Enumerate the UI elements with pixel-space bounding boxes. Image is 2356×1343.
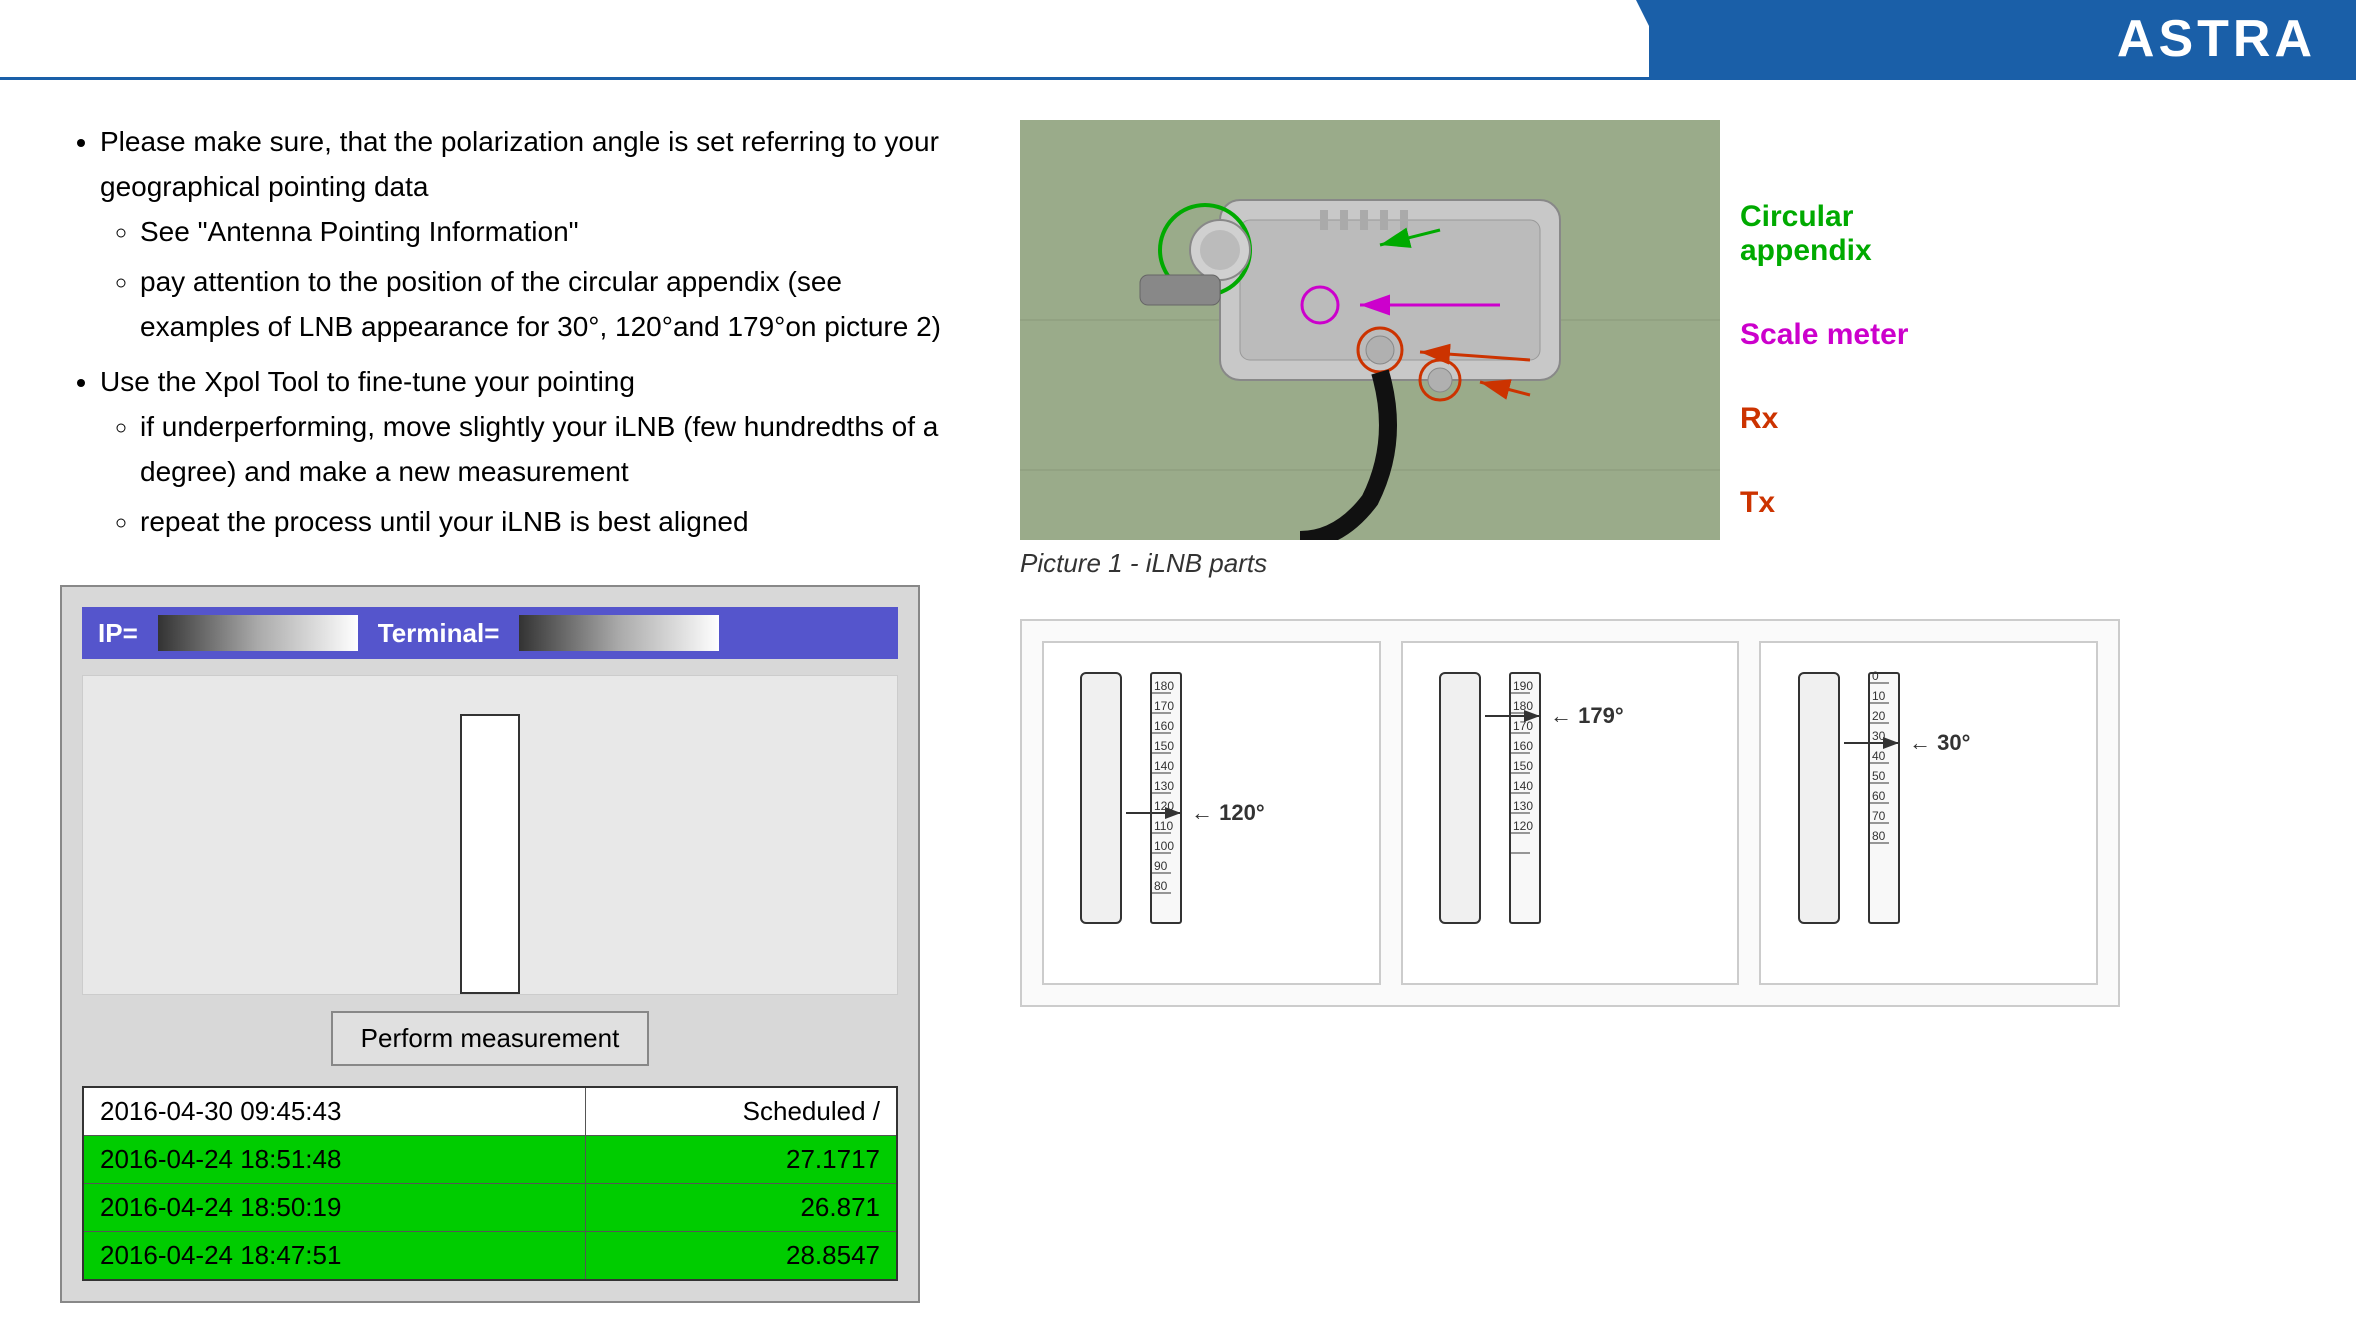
svg-text:← 179°: ← 179°	[1550, 703, 1624, 728]
svg-text:150: 150	[1154, 739, 1174, 753]
ip-terminal-bar: IP= Terminal=	[82, 607, 898, 659]
ip-label: IP=	[98, 618, 138, 649]
picture-caption: Picture 1 - iLNB parts	[1020, 548, 2296, 579]
header: ASTRA	[0, 0, 2356, 80]
svg-text:50: 50	[1872, 769, 1886, 783]
result-value-3: 28.8547	[585, 1232, 897, 1281]
result-timestamp-1: 2016-04-24 18:51:48	[83, 1136, 585, 1184]
label-scale-meter: Scale meter	[1740, 318, 1908, 352]
lnb-example-30: 0 10 20 30 40 50 60 70 80	[1759, 641, 2098, 985]
scale-diagram-30: 0 10 20 30 40 50 60 70 80	[1789, 653, 2069, 973]
terminal-input[interactable]	[519, 615, 719, 651]
svg-text:180: 180	[1154, 679, 1174, 693]
result-row-2: 2016-04-24 18:50:1926.871	[83, 1184, 897, 1232]
svg-text:20: 20	[1872, 709, 1886, 723]
svg-text:40: 40	[1872, 749, 1886, 763]
scale-diagram-179: 190 180 170 160 150 140 130 120	[1430, 653, 1710, 973]
header-brand-area: ASTRA	[1676, 0, 2356, 77]
instruction-bullet-2: Use the Xpol Tool to fine-tune your poin…	[100, 360, 960, 545]
result-row-0: 2016-04-30 09:45:43Scheduled /	[83, 1087, 897, 1136]
svg-text:100: 100	[1154, 839, 1174, 853]
result-row-1: 2016-04-24 18:51:4827.1717	[83, 1136, 897, 1184]
ilnb-image	[1020, 120, 1720, 540]
instruction-sub-1a: See "Antenna Pointing Information"	[140, 210, 960, 255]
terminal-label: Terminal=	[378, 618, 500, 649]
ip-input[interactable]	[158, 615, 358, 651]
results-table: 2016-04-30 09:45:43Scheduled /2016-04-24…	[82, 1086, 898, 1281]
label-rx: Rx	[1740, 402, 1908, 436]
svg-text:30: 30	[1872, 729, 1886, 743]
button-area: Perform measurement	[82, 1011, 898, 1066]
perform-measurement-button[interactable]: Perform measurement	[331, 1011, 650, 1066]
result-value-2: 26.871	[585, 1184, 897, 1232]
svg-text:160: 160	[1513, 739, 1533, 753]
instruction-bullet-1: Please make sure, that the polarization …	[100, 120, 960, 350]
lnb-examples-section: 180 170 160 150 140 130 120 110	[1020, 619, 2120, 1007]
svg-text:60: 60	[1872, 789, 1886, 803]
svg-text:← 120°: ← 120°	[1191, 800, 1265, 825]
svg-text:160: 160	[1154, 719, 1174, 733]
instruction-sub-2a: if underperforming, move slightly your i…	[140, 405, 960, 495]
meter-area	[82, 675, 898, 995]
svg-text:← 30°: ← 30°	[1909, 730, 1970, 755]
result-value-0: Scheduled /	[585, 1087, 897, 1136]
svg-text:110: 110	[1154, 819, 1173, 833]
widget-box: IP= Terminal= Perform measurement 2016-0…	[60, 585, 920, 1303]
svg-text:170: 170	[1513, 719, 1533, 733]
ilnb-labels: Circularappendix Scale meter Rx Tx	[1740, 120, 1908, 520]
left-column: Please make sure, that the polarization …	[60, 120, 960, 1303]
svg-text:190: 190	[1513, 679, 1533, 693]
svg-text:80: 80	[1872, 829, 1886, 843]
result-row-3: 2016-04-24 18:47:5128.8547	[83, 1232, 897, 1281]
scale-diagram-120: 180 170 160 150 140 130 120 110	[1071, 653, 1351, 973]
svg-text:140: 140	[1513, 779, 1533, 793]
svg-text:170: 170	[1154, 699, 1174, 713]
svg-text:140: 140	[1154, 759, 1174, 773]
lnb-example-120: 180 170 160 150 140 130 120 110	[1042, 641, 1381, 985]
instruction-sub-2b: repeat the process until your iLNB is be…	[140, 500, 960, 545]
right-column: Circularappendix Scale meter Rx Tx Pictu…	[1020, 120, 2296, 1303]
label-circular-appendix: Circularappendix	[1740, 200, 1908, 268]
svg-text:90: 90	[1154, 859, 1168, 873]
instructions-section: Please make sure, that the polarization …	[60, 120, 960, 545]
meter-bar-container	[460, 714, 520, 994]
brand-title: ASTRA	[2117, 9, 2316, 69]
result-timestamp-2: 2016-04-24 18:50:19	[83, 1184, 585, 1232]
svg-text:120: 120	[1513, 819, 1533, 833]
result-timestamp-3: 2016-04-24 18:47:51	[83, 1232, 585, 1281]
ilnb-image-section: Circularappendix Scale meter Rx Tx Pictu…	[1020, 120, 2296, 579]
svg-text:10: 10	[1872, 689, 1886, 703]
instruction-sub-1b: pay attention to the position of the cir…	[140, 260, 960, 350]
svg-text:70: 70	[1872, 809, 1886, 823]
lnb-example-179: 190 180 170 160 150 140 130 120	[1401, 641, 1740, 985]
svg-text:130: 130	[1154, 779, 1174, 793]
ilnb-wrapper: Circularappendix Scale meter Rx Tx	[1020, 120, 2296, 540]
result-value-1: 27.1717	[585, 1136, 897, 1184]
svg-text:80: 80	[1154, 879, 1168, 893]
svg-text:150: 150	[1513, 759, 1533, 773]
svg-text:0: 0	[1872, 669, 1879, 683]
svg-text:120: 120	[1154, 799, 1174, 813]
label-tx: Tx	[1740, 486, 1908, 520]
result-timestamp-0: 2016-04-30 09:45:43	[83, 1087, 585, 1136]
svg-text:180: 180	[1513, 699, 1533, 713]
main-content: Please make sure, that the polarization …	[0, 80, 2356, 1343]
svg-text:130: 130	[1513, 799, 1533, 813]
